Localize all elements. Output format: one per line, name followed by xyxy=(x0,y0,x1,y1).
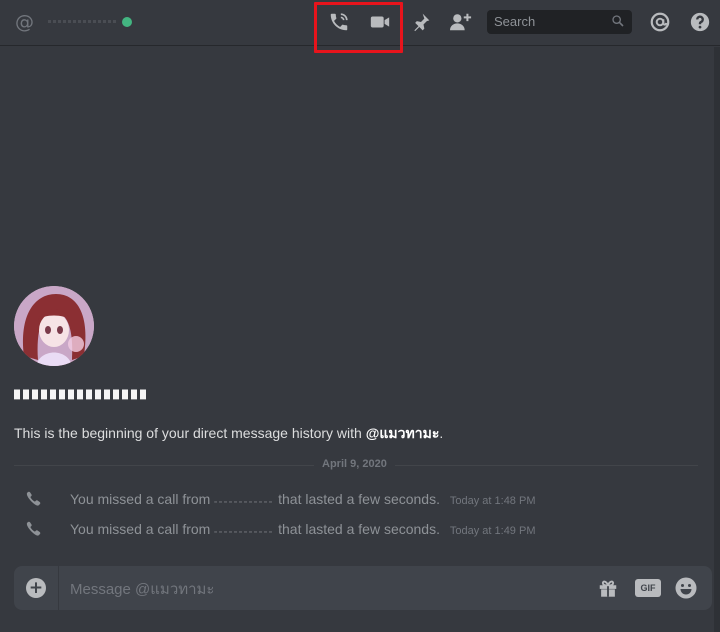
channel-header: @ Search xyxy=(0,0,720,53)
intro-mention[interactable]: @แมวทามะ xyxy=(366,425,440,441)
redacted-display-name xyxy=(14,389,149,400)
intro-text: This is the beginning of your direct mes… xyxy=(14,425,366,441)
phone-icon xyxy=(26,521,41,536)
missed-call-text: You missed a call from that lasted a few… xyxy=(70,491,535,507)
missed-call-prefix: You missed a call from xyxy=(70,491,211,507)
conversation-intro: This is the beginning of your direct mes… xyxy=(14,423,704,445)
date-divider-label: April 9, 2020 xyxy=(314,458,395,470)
missed-call-text: You missed a call from that lasted a few… xyxy=(70,521,535,537)
missed-call-row: You missed a call from that lasted a few… xyxy=(0,517,700,541)
message-input[interactable]: Message @แมวทามะ xyxy=(70,577,570,601)
add-friend-icon xyxy=(450,13,472,31)
pin-icon xyxy=(414,13,430,32)
redacted-username[interactable] xyxy=(48,20,116,23)
pinned-messages-button[interactable] xyxy=(409,9,433,35)
gif-icon: GIF xyxy=(635,579,661,597)
missed-call-time: Today at 1:49 PM xyxy=(449,525,536,537)
message-composer: + Message @แมวทามะ GIF xyxy=(14,566,712,610)
at-icon: @ xyxy=(15,11,34,33)
redacted-caller xyxy=(214,531,275,533)
missed-call-prefix: You missed a call from xyxy=(70,521,211,537)
search-input[interactable]: Search xyxy=(487,10,632,34)
search-placeholder: Search xyxy=(494,14,536,29)
user-avatar[interactable] xyxy=(14,286,94,366)
missed-call-suffix: that lasted a few seconds. xyxy=(278,491,440,507)
help-icon xyxy=(690,12,710,32)
composer-separator xyxy=(58,566,59,610)
online-status-dot xyxy=(122,17,132,27)
scrollbar-track[interactable] xyxy=(714,47,720,632)
gift-button[interactable] xyxy=(596,576,620,600)
add-attachment-icon: + xyxy=(28,578,44,598)
gif-button[interactable]: GIF xyxy=(634,576,662,600)
emoji-button[interactable] xyxy=(673,576,699,600)
missed-call-suffix: that lasted a few seconds. xyxy=(278,521,440,537)
missed-call-row: You missed a call from that lasted a few… xyxy=(0,487,700,511)
call-buttons-highlight xyxy=(314,2,403,53)
mentions-button[interactable] xyxy=(648,9,672,35)
avatar-image xyxy=(14,286,94,366)
intro-period: . xyxy=(439,425,444,441)
emoji-icon xyxy=(675,577,697,599)
add-attachment-button[interactable]: + xyxy=(26,578,46,598)
gift-icon xyxy=(599,580,617,597)
search-icon xyxy=(612,15,624,27)
phone-icon xyxy=(26,491,41,506)
missed-call-time: Today at 1:48 PM xyxy=(449,495,536,507)
add-friend-button[interactable] xyxy=(448,9,474,35)
mentions-icon xyxy=(650,12,670,32)
redacted-caller xyxy=(214,501,275,503)
help-button[interactable] xyxy=(688,9,712,35)
